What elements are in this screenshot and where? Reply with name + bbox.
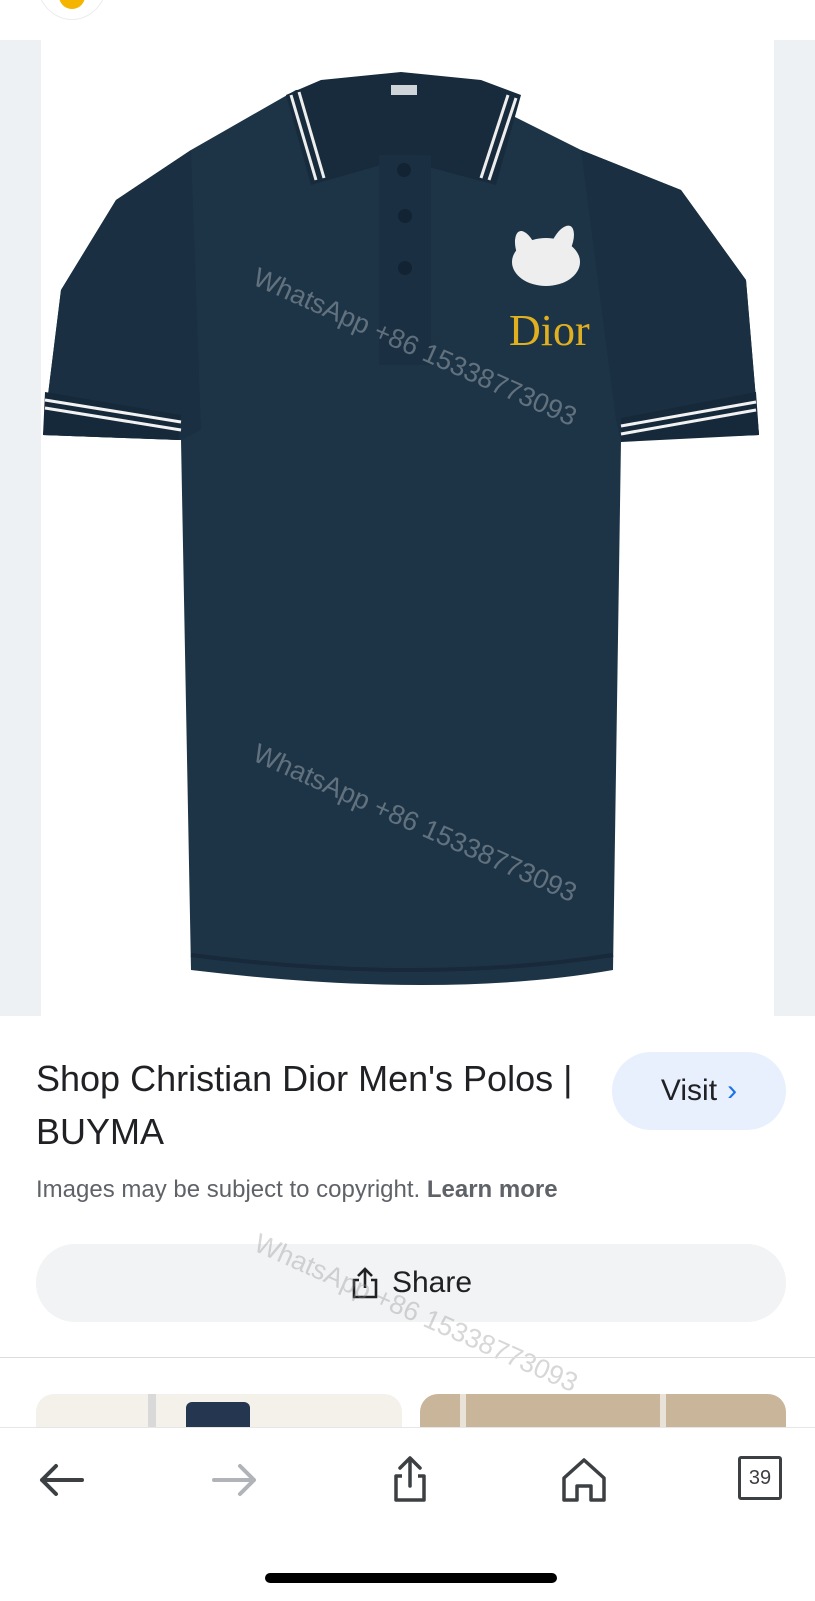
arrow-left-icon [40, 1464, 84, 1496]
site-logo [59, 0, 85, 9]
back-button[interactable] [32, 1450, 92, 1510]
browser-toolbar: 39 [0, 1427, 815, 1601]
visit-label: Visit [660, 1074, 718, 1107]
dior-logo: Dior [509, 306, 590, 355]
copyright-text: Images may be subject to copyright. [36, 1176, 421, 1203]
tabs-count-button[interactable]: 39 [738, 1456, 782, 1500]
home-indicator[interactable] [265, 1573, 557, 1583]
forward-button[interactable] [204, 1450, 264, 1510]
site-avatar[interactable] [36, 0, 108, 20]
arrow-right-icon [212, 1464, 256, 1496]
learn-more-link[interactable]: Learn more [427, 1176, 558, 1203]
home-button[interactable] [554, 1450, 614, 1510]
share-page-button[interactable] [380, 1450, 440, 1510]
copyright-notice: Images may be subject to copyright. Lear… [36, 1176, 558, 1204]
divider [0, 1357, 815, 1358]
polo-shirt-illustration: Dior [43, 72, 759, 985]
image-preview[interactable]: Dior WhatsApp +86 15338773093 WhatsApp +… [0, 40, 815, 1016]
home-icon [562, 1458, 606, 1502]
share-up-icon [394, 1456, 426, 1502]
visit-button[interactable]: Visit › [612, 1052, 786, 1130]
product-image: Dior WhatsApp +86 15338773093 WhatsApp +… [41, 40, 774, 1016]
chevron-right-icon: › [727, 1074, 738, 1107]
result-title[interactable]: Shop Christian Dior Men's Polos | BUYMA [36, 1052, 576, 1158]
